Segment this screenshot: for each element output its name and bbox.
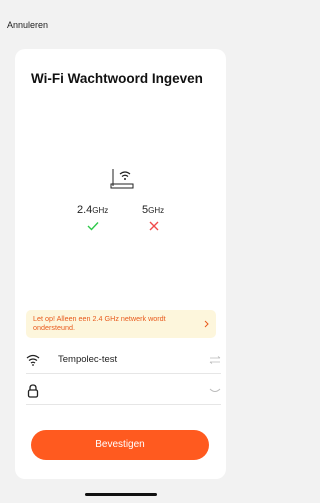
band-2-4ghz-label: 2.4GHz	[77, 204, 108, 216]
warning-text: Let op! Alleen een 2.4 GHz netwerk wordt…	[33, 314, 166, 332]
wifi-ssid: Tempolec-test	[58, 354, 118, 365]
wifi-password-card: Wi-Fi Wachtwoord Ingeven 2.4GHz 5GHz Let…	[15, 49, 226, 479]
page-title: Wi-Fi Wachtwoord Ingeven	[31, 71, 203, 86]
password-input[interactable]	[58, 384, 202, 400]
warning-banner[interactable]: Let op! Alleen een 2.4 GHz netwerk wordt…	[26, 310, 216, 338]
cross-icon	[149, 221, 159, 231]
band-5ghz-unit: GHz	[148, 206, 165, 215]
eye-closed-icon[interactable]	[209, 387, 221, 395]
wifi-network-row[interactable]: Tempolec-test	[26, 351, 221, 371]
check-icon	[87, 222, 99, 231]
band-2-4ghz-value: 2.4	[77, 204, 93, 216]
lock-icon	[27, 384, 39, 398]
band-2-4ghz-unit: GHz	[92, 206, 109, 215]
swap-arrows-icon[interactable]	[209, 356, 221, 364]
confirm-button[interactable]: Bevestigen	[31, 430, 209, 460]
divider	[26, 373, 221, 374]
router-icon	[110, 169, 134, 189]
chevron-right-icon	[204, 320, 209, 328]
password-row[interactable]	[26, 382, 221, 402]
wifi-icon	[26, 354, 40, 366]
divider	[26, 404, 221, 405]
home-indicator	[85, 493, 157, 496]
band-5ghz-label: 5GHz	[142, 204, 164, 216]
cancel-button[interactable]: Annuleren	[7, 20, 48, 30]
